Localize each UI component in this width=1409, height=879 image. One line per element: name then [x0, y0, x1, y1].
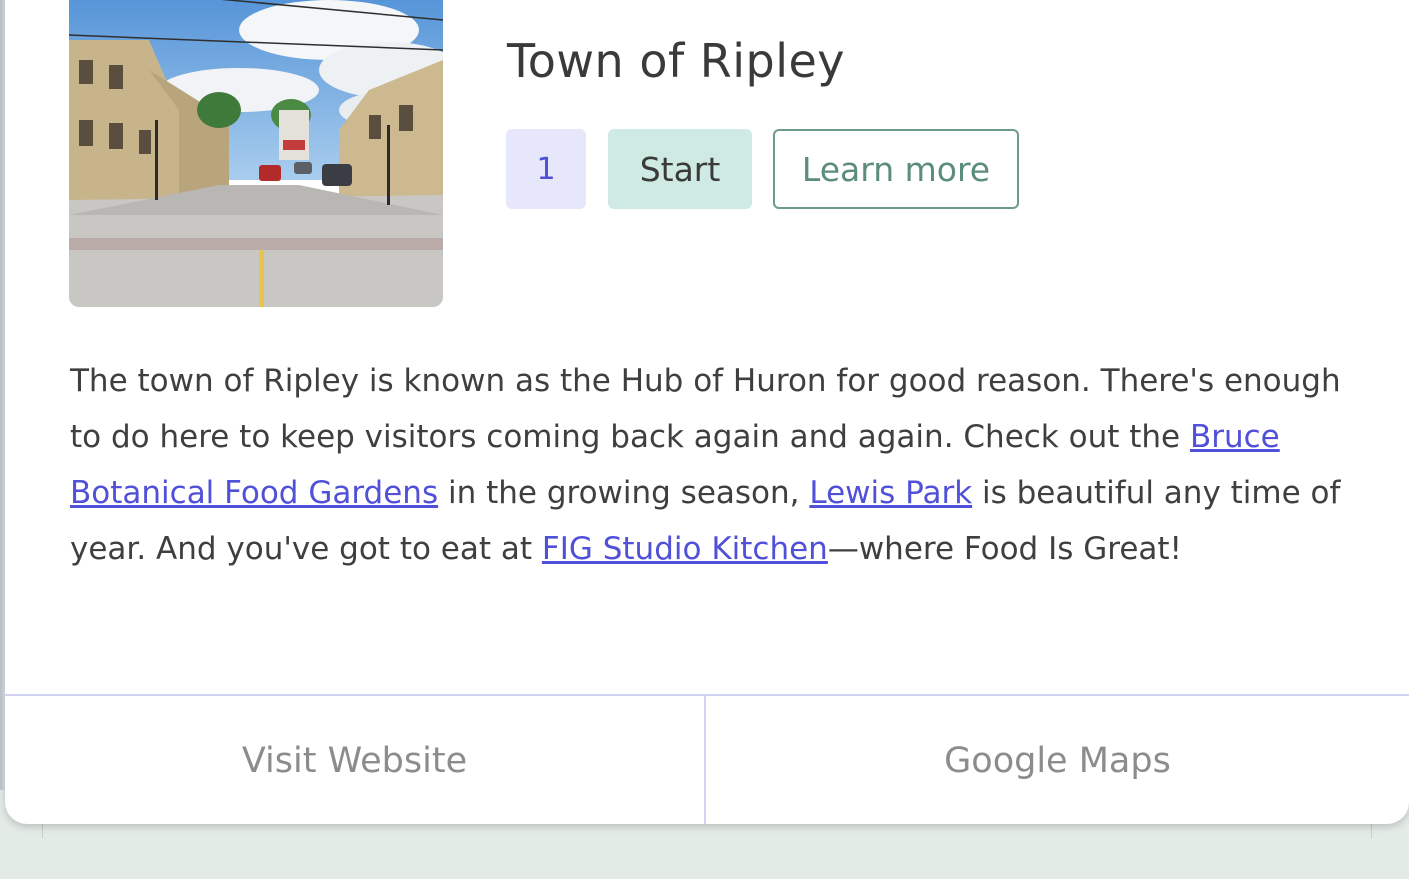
- card-title: Town of Ripley: [507, 34, 846, 88]
- description-text-2: in the growing season,: [438, 475, 810, 511]
- google-maps-button[interactable]: Google Maps: [706, 696, 1409, 824]
- card-description: The town of Ripley is known as the Hub o…: [70, 353, 1360, 577]
- stop-number-badge: 1: [506, 129, 586, 209]
- description-text-4: —where Food Is Great!: [827, 531, 1182, 567]
- town-photo: [69, 0, 443, 307]
- location-card: Town of Ripley 1 Start Learn more The to…: [5, 0, 1409, 824]
- lewis-park-link[interactable]: Lewis Park: [809, 475, 972, 511]
- visit-website-button[interactable]: Visit Website: [5, 696, 704, 824]
- learn-more-button[interactable]: Learn more: [773, 129, 1019, 209]
- description-text-1: The town of Ripley is known as the Hub o…: [70, 363, 1341, 455]
- start-button[interactable]: Start: [608, 129, 752, 209]
- fig-studio-link[interactable]: FIG Studio Kitchen: [542, 531, 828, 567]
- card-footer: Visit Website Google Maps: [5, 694, 1409, 824]
